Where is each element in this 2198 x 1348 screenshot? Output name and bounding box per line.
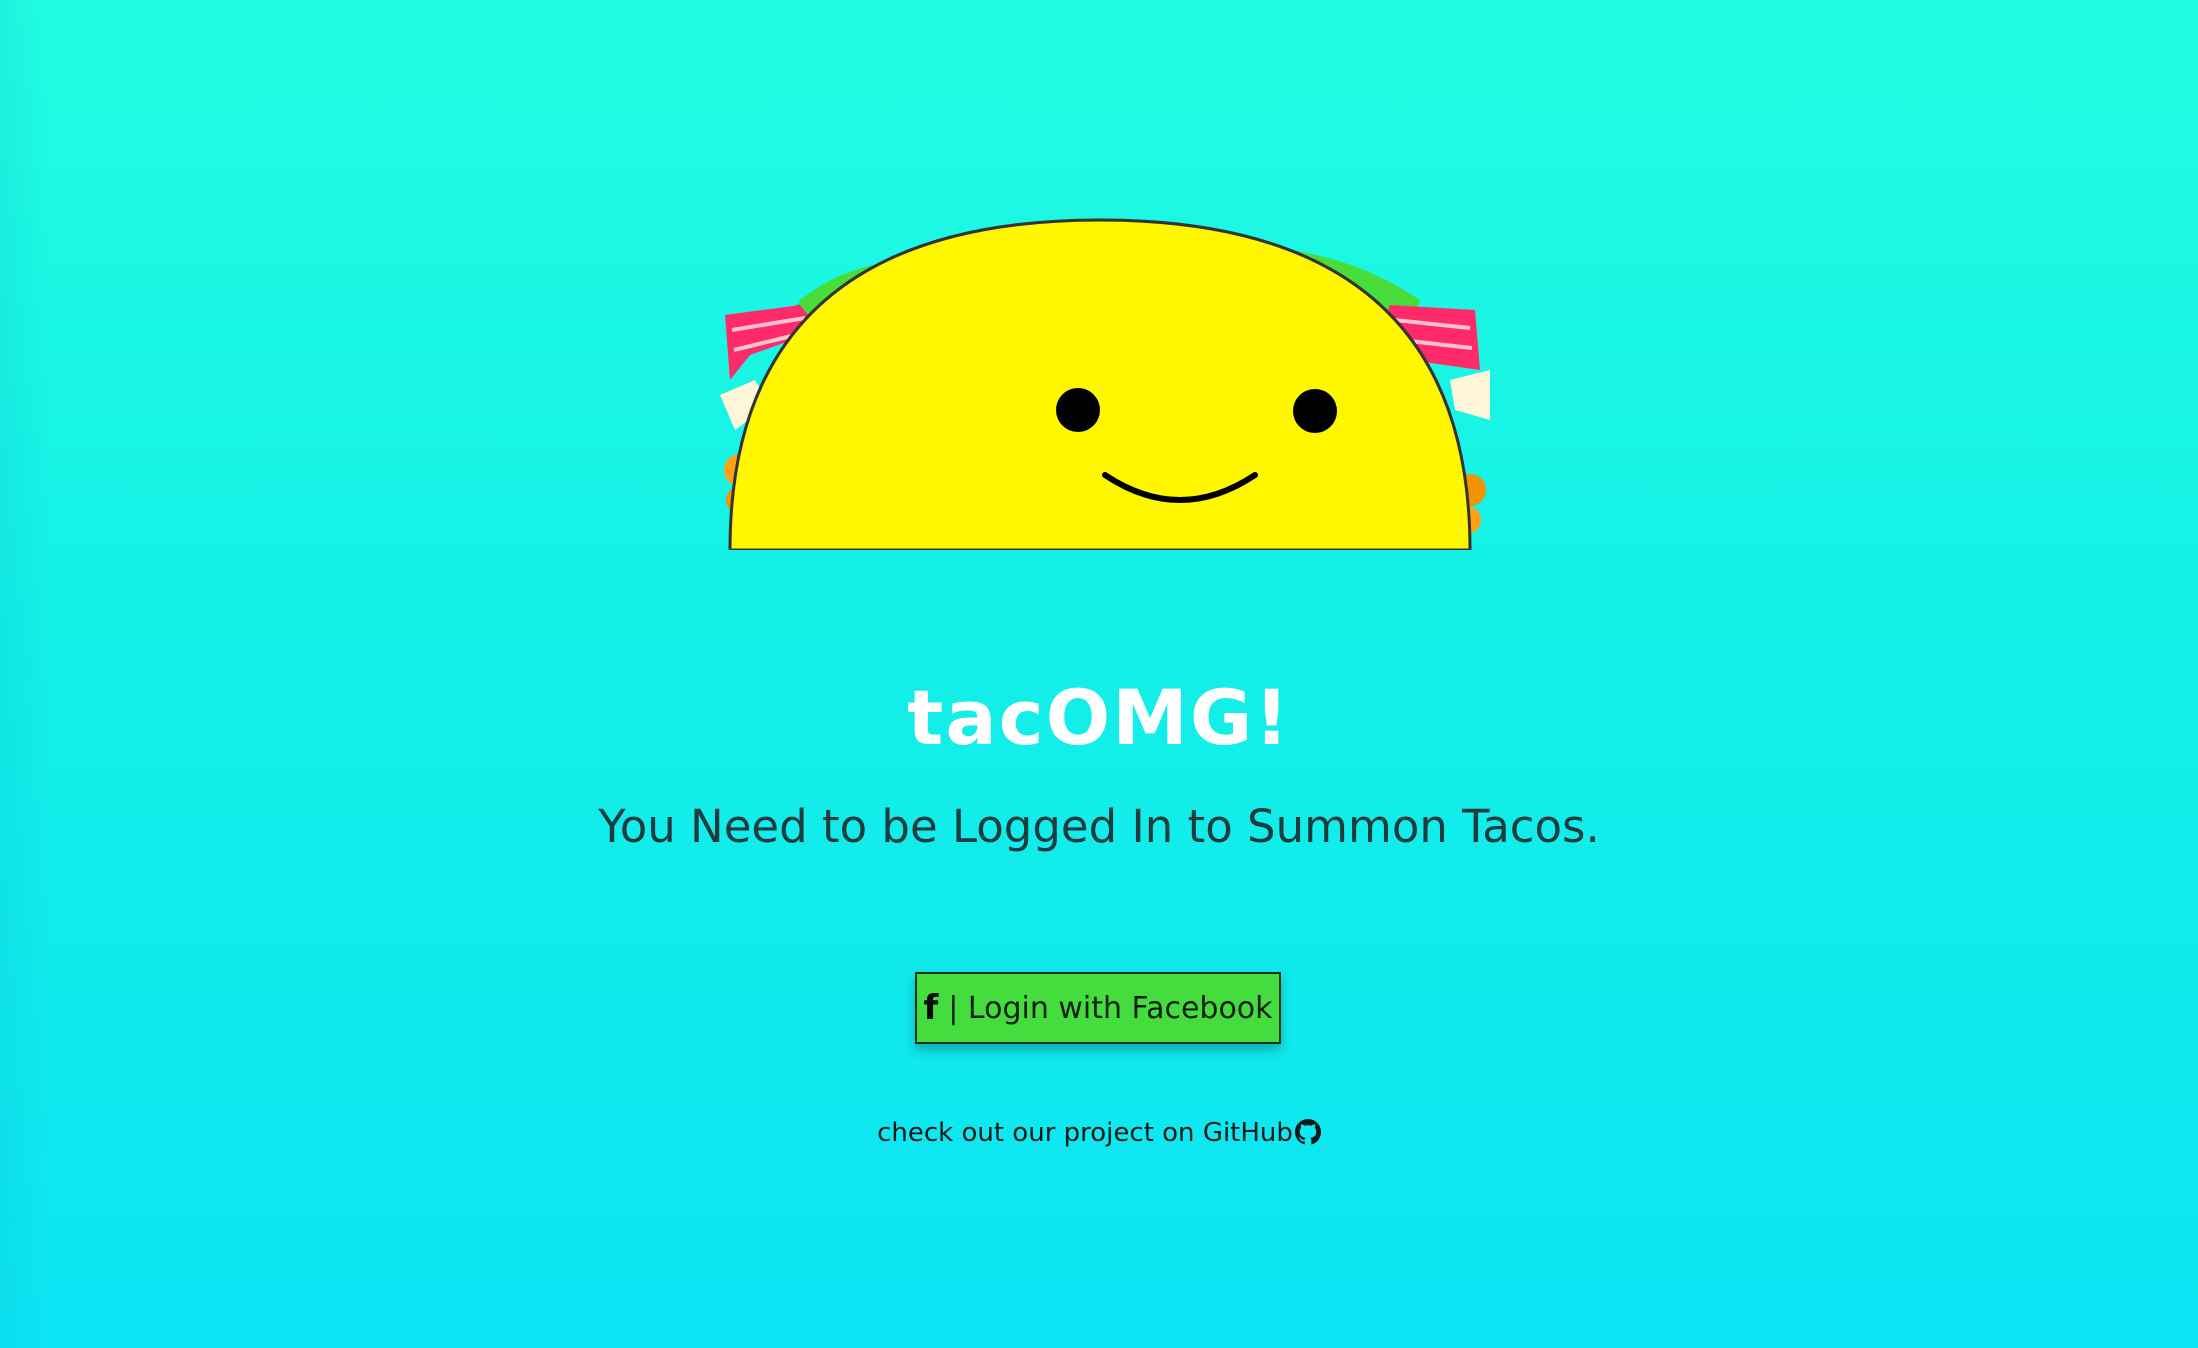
facebook-icon: f	[923, 988, 939, 1028]
login-button-label: | Login with Facebook	[948, 990, 1273, 1026]
app-title: tacOMG!	[907, 673, 1291, 762]
taco-mascot-image	[710, 180, 1490, 550]
github-link[interactable]: GitHub	[1203, 1118, 1321, 1148]
github-icon	[1294, 1118, 1321, 1144]
login-with-facebook-button[interactable]: f | Login with Facebook	[915, 972, 1281, 1044]
github-link-text: GitHub	[1202, 1118, 1293, 1148]
github-footer-text: check out our project on	[877, 1118, 1203, 1148]
login-required-message: You Need to be Logged In to Summon Tacos…	[598, 800, 1600, 853]
github-footer: check out our project on GitHub	[0, 1118, 2198, 1148]
